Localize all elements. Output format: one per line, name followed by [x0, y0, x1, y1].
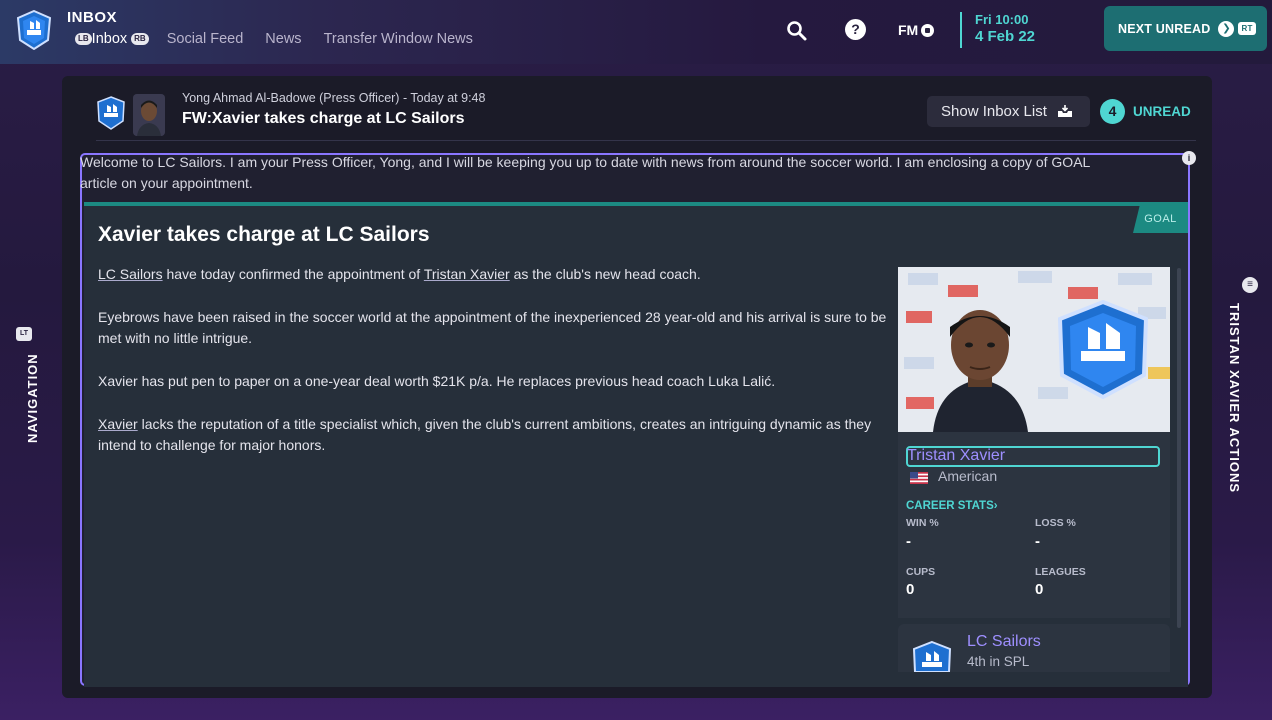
- date-day: 4 Feb 22: [975, 28, 1036, 45]
- rt-button-glyph: RT: [1238, 22, 1256, 35]
- info-icon[interactable]: i: [1182, 151, 1196, 165]
- intro-text: Welcome to LC Sailors. I am your Press O…: [80, 152, 1180, 194]
- fm-label: FM: [898, 22, 919, 38]
- sender-separator: -: [402, 91, 408, 105]
- flag-us-icon: [910, 472, 928, 484]
- chevron-right-icon: ›: [993, 500, 998, 512]
- show-inbox-list-label: Show Inbox List: [941, 103, 1047, 120]
- club-name-link[interactable]: LC Sailors: [967, 633, 1041, 651]
- tab-inbox-label: Inbox: [91, 31, 128, 47]
- article-paragraph: Xavier lacks the reputation of a title s…: [98, 414, 888, 456]
- header-divider: [96, 140, 1196, 141]
- message-sender[interactable]: Yong Ahmad Al-Badowe (Press Officer) - T…: [182, 91, 485, 105]
- intro-line-1: Welcome to LC Sailors. I am your Press O…: [80, 154, 1091, 170]
- message-subject: FW:Xavier takes charge at LC Sailors: [182, 110, 465, 127]
- menu-icon: ≡: [1242, 277, 1258, 293]
- career-stats-link[interactable]: CAREER STATS›: [906, 500, 998, 512]
- career-stats-label: CAREER STATS: [906, 500, 994, 512]
- page-title: INBOX: [67, 9, 118, 26]
- message-time: Today at 9:48: [410, 91, 486, 105]
- club-link[interactable]: LC Sailors: [98, 266, 163, 282]
- paragraph-text: lacks the reputation of a title speciali…: [98, 416, 872, 453]
- loss-pct-value: -: [1035, 533, 1040, 550]
- paragraph-text: as the club's new head coach.: [509, 266, 701, 282]
- unread-count-badge: 4: [1100, 99, 1125, 124]
- unread-label: UNREAD: [1133, 104, 1191, 119]
- leagues-label: LEAGUES: [1035, 566, 1086, 578]
- tab-news[interactable]: News: [265, 31, 301, 47]
- article-headline: Xavier takes charge at LC Sailors: [98, 223, 430, 246]
- lb-button-glyph: LB: [75, 33, 92, 45]
- win-pct-label: WIN %: [906, 517, 939, 529]
- person-link[interactable]: Tristan Xavier: [424, 266, 510, 282]
- game-date[interactable]: Fri 10:00 4 Feb 22: [960, 12, 1035, 48]
- article-paragraph: Eyebrows have been raised in the soccer …: [98, 309, 887, 346]
- club-badge-icon[interactable]: [16, 10, 52, 50]
- search-icon[interactable]: [786, 20, 808, 42]
- chevron-right-icon: ❯: [1218, 20, 1235, 37]
- help-icon[interactable]: ?: [845, 19, 866, 40]
- article-paragraph: Xavier has put pen to paper on a one-yea…: [98, 373, 776, 389]
- tab-social-feed[interactable]: Social Feed: [167, 31, 244, 47]
- player-nationality: American: [938, 468, 998, 484]
- profile-scrollbar[interactable]: [1177, 268, 1181, 628]
- sender-name: Yong Ahmad Al-Badowe (Press Officer): [182, 91, 400, 105]
- player-name-link[interactable]: Tristan Xavier: [907, 447, 1005, 465]
- intro-line-2: article on your appointment.: [80, 175, 253, 191]
- tab-bar: LB Inbox RB Social Feed News Transfer Wi…: [71, 31, 495, 47]
- tab-inbox[interactable]: LB Inbox RB: [71, 31, 149, 47]
- win-pct-value: -: [906, 533, 911, 550]
- next-unread-button[interactable]: NEXT UNREAD ❯ RT: [1104, 6, 1267, 51]
- sender-avatar[interactable]: [133, 94, 165, 136]
- lt-button-glyph: LT: [16, 327, 32, 341]
- profile-photo: [898, 267, 1170, 432]
- article-paragraph: LC Sailors have today confirmed the appo…: [98, 264, 888, 285]
- inbox-tray-icon: [1057, 105, 1072, 117]
- fm-icon[interactable]: FM: [898, 22, 935, 38]
- rb-button-glyph: RB: [131, 33, 149, 45]
- article-body: LC Sailors have today confirmed the appo…: [98, 264, 888, 478]
- club-badge-icon: [97, 96, 125, 130]
- navigation-side-tab[interactable]: NAVIGATION: [25, 353, 40, 443]
- cups-label: CUPS: [906, 566, 936, 578]
- club-league-position: 4th in SPL: [967, 654, 1030, 669]
- club-badge-icon: [912, 640, 952, 672]
- date-time: Fri 10:00: [975, 12, 1029, 27]
- player-actions-side-tab[interactable]: TRISTAN XAVIER ACTIONS: [1227, 303, 1242, 493]
- show-inbox-list-button[interactable]: Show Inbox List: [927, 96, 1090, 127]
- paragraph-text: have today confirmed the appointment of: [162, 266, 424, 282]
- tab-transfer-window-news[interactable]: Transfer Window News: [324, 31, 473, 47]
- leagues-value: 0: [1035, 581, 1044, 598]
- cups-value: 0: [906, 581, 915, 598]
- goal-source-tag: GOAL: [1133, 206, 1188, 233]
- loss-pct-label: LOSS %: [1035, 517, 1076, 529]
- person-link[interactable]: Xavier: [98, 416, 138, 432]
- next-unread-label: NEXT UNREAD: [1118, 21, 1211, 36]
